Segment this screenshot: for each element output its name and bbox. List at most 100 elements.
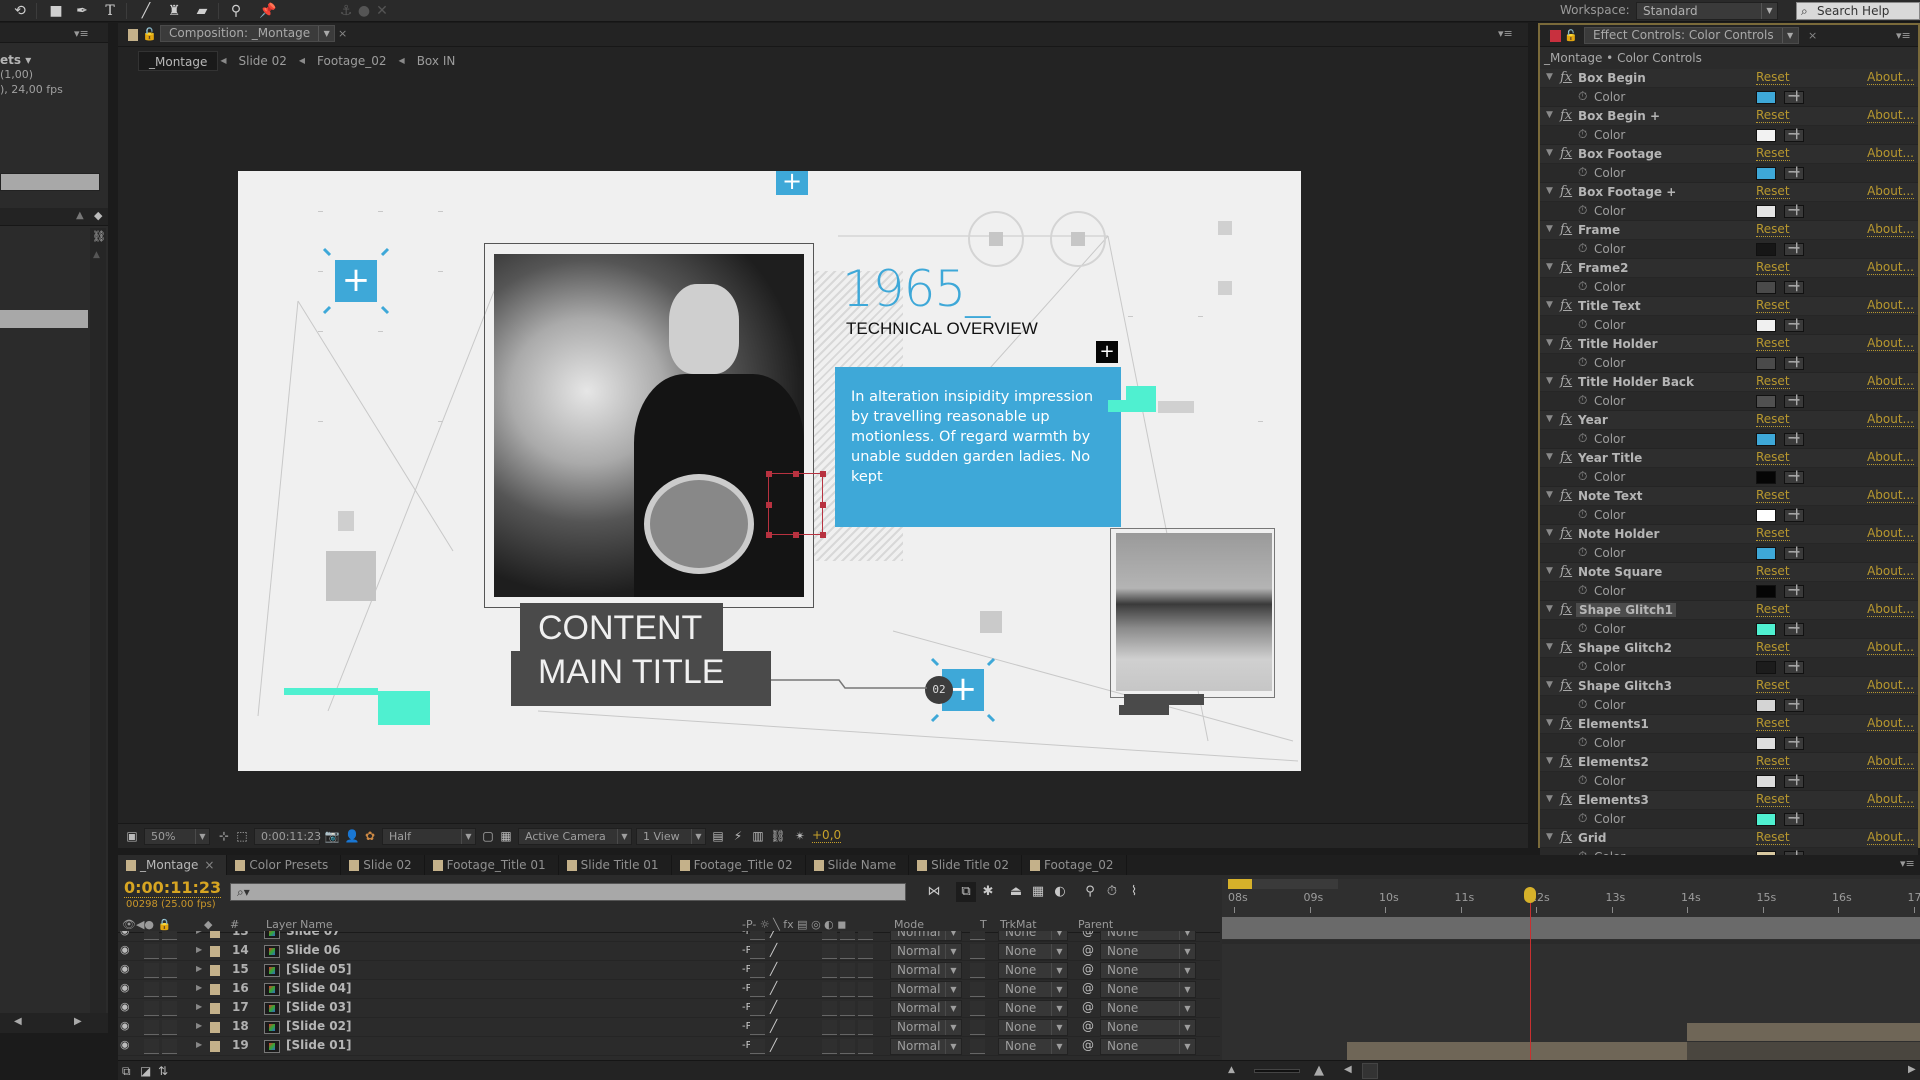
expand-triangle-icon[interactable]: ▶ xyxy=(196,964,202,973)
eyedropper-icon[interactable]: ━╋ xyxy=(1784,91,1804,104)
eyedropper-icon[interactable]: ━╋ xyxy=(1784,737,1804,750)
effect-row[interactable]: ▼ fx Year Title Reset About... xyxy=(1540,449,1918,468)
layer-row[interactable]: ◉ ▶ 16 [Slide 04] -P- ╱ Normal ▼ None ▼ @ None ▼ xyxy=(118,980,1220,999)
switch-box[interactable] xyxy=(858,931,873,940)
expand-triangle-icon[interactable]: ▼ xyxy=(1546,338,1553,348)
about-link[interactable]: About... xyxy=(1867,147,1914,161)
stopwatch-icon[interactable]: ⏱ xyxy=(1578,241,1587,256)
effect-name[interactable]: Year xyxy=(1578,413,1608,427)
parent-select[interactable]: None ▼ xyxy=(1100,981,1196,998)
rotate-tool-icon[interactable]: ⟲ xyxy=(10,2,30,20)
eyedropper-icon[interactable]: ━╋ xyxy=(1784,395,1804,408)
stopwatch-icon[interactable]: ⏱ xyxy=(1578,735,1587,750)
eye-icon[interactable]: ◉ xyxy=(120,962,130,975)
switch-box[interactable] xyxy=(822,1001,837,1016)
about-link[interactable]: About... xyxy=(1867,603,1914,617)
effect-name[interactable]: Elements1 xyxy=(1578,717,1649,731)
layer-name[interactable]: [Slide 01] xyxy=(286,1038,351,1052)
stopwatch-icon[interactable]: ⏱ xyxy=(1578,431,1587,446)
solo-toggle[interactable] xyxy=(144,944,159,959)
effect-name[interactable]: Shape Glitch2 xyxy=(1578,641,1672,655)
fx-icon[interactable]: fx xyxy=(1560,260,1572,275)
effect-row[interactable]: ▼ fx Elements2 Reset About... xyxy=(1540,753,1918,772)
scroll-right-icon[interactable]: ▶ xyxy=(1908,1064,1916,1075)
color-swatch[interactable] xyxy=(1756,699,1776,712)
project-search-input[interactable] xyxy=(0,173,100,191)
fx-icon[interactable]: fx xyxy=(1560,564,1572,579)
zoom-in-icon[interactable]: ▲ xyxy=(1314,1063,1324,1078)
region-of-interest-icon[interactable]: ▢ xyxy=(480,828,496,844)
eyedropper-icon[interactable]: ━╋ xyxy=(1784,281,1804,294)
pickwhip-icon[interactable]: @ xyxy=(1082,931,1094,938)
reset-link[interactable]: Reset xyxy=(1756,185,1790,199)
breadcrumb-item[interactable]: Slide 02 xyxy=(229,51,297,71)
eyedropper-icon[interactable]: ━╋ xyxy=(1784,129,1804,142)
fx-icon[interactable]: fx xyxy=(1560,412,1572,427)
time-navigator[interactable] xyxy=(1228,879,1338,889)
eyedropper-icon[interactable]: ━╋ xyxy=(1784,205,1804,218)
solo-toggle[interactable] xyxy=(144,1001,159,1016)
solo-toggle[interactable] xyxy=(144,1039,159,1054)
color-swatch[interactable] xyxy=(1756,471,1776,484)
color-swatch[interactable] xyxy=(1756,737,1776,750)
pickwhip-icon[interactable]: @ xyxy=(1082,1038,1094,1052)
eyedropper-icon[interactable]: ━╋ xyxy=(1784,585,1804,598)
brainstorm-icon[interactable]: ◐ xyxy=(1050,882,1070,902)
workspace-select[interactable]: Standard ▼ xyxy=(1636,2,1778,20)
collapse-switch[interactable] xyxy=(750,1039,765,1054)
color-swatch[interactable] xyxy=(1756,243,1776,256)
scroll-right-icon[interactable]: ▶ xyxy=(74,1016,82,1027)
switch-box[interactable] xyxy=(858,1020,873,1035)
eyedropper-icon[interactable]: ━╋ xyxy=(1784,813,1804,826)
collapse-switch[interactable] xyxy=(750,982,765,997)
mode-select[interactable]: Normal ▼ xyxy=(890,981,962,998)
reset-link[interactable]: Reset xyxy=(1756,679,1790,693)
breadcrumb-item[interactable]: _Montage xyxy=(138,51,219,71)
quality-switch-icon[interactable]: ╱ xyxy=(770,1019,777,1033)
stopwatch-icon[interactable]: ⏱ xyxy=(1102,882,1122,902)
eyedropper-icon[interactable]: ━╋ xyxy=(1784,357,1804,370)
fx-icon[interactable]: fx xyxy=(1560,298,1572,313)
lock-icon[interactable]: 🔓 xyxy=(142,27,157,41)
effect-name[interactable]: Elements2 xyxy=(1578,755,1649,769)
transparency-grid-icon[interactable]: ▦ xyxy=(498,828,514,844)
label-color-chip[interactable] xyxy=(210,984,220,995)
reset-link[interactable]: Reset xyxy=(1756,831,1790,845)
flowchart-icon[interactable]: ⛓ xyxy=(92,230,106,243)
trkmat-select[interactable]: None ▼ xyxy=(998,981,1068,998)
quality-switch-icon[interactable]: ╱ xyxy=(770,943,777,957)
type-tool-icon[interactable]: T xyxy=(100,2,120,20)
effect-name[interactable]: Title Holder Back xyxy=(1578,375,1694,389)
mode-select[interactable]: Normal ▼ xyxy=(890,931,962,941)
reset-link[interactable]: Reset xyxy=(1756,337,1790,351)
timeline-search-input[interactable]: ⌕▾ xyxy=(230,883,906,901)
parent-select[interactable]: None ▼ xyxy=(1100,962,1196,979)
stopwatch-icon[interactable]: ⏱ xyxy=(1578,811,1587,826)
switch-box[interactable] xyxy=(822,944,837,959)
fx-icon[interactable]: fx xyxy=(1560,488,1572,503)
layer-row[interactable]: ◉▶13Slide 07-P-╱Normal▼None▼@None▼ xyxy=(118,931,1220,942)
effect-row[interactable]: ▼ fx Elements1 Reset About... xyxy=(1540,715,1918,734)
show-snapshot-icon[interactable]: 👤 xyxy=(344,828,360,844)
lock-toggle[interactable] xyxy=(162,1039,177,1054)
color-swatch[interactable] xyxy=(1756,205,1776,218)
switch-box[interactable] xyxy=(840,963,855,978)
reset-link[interactable]: Reset xyxy=(1756,489,1790,503)
lock-toggle[interactable] xyxy=(162,1001,177,1016)
switch-box[interactable] xyxy=(840,982,855,997)
solo-toggle[interactable] xyxy=(144,982,159,997)
effect-name[interactable]: Frame2 xyxy=(1578,261,1628,275)
trkmat-select[interactable]: None ▼ xyxy=(998,962,1068,979)
fx-icon[interactable]: fx xyxy=(1560,336,1572,351)
scroll-left-icon[interactable]: ◀ xyxy=(14,1016,22,1027)
stopwatch-icon[interactable]: ⏱ xyxy=(1578,279,1587,294)
hide-shy-layers-icon[interactable]: ✱ xyxy=(978,882,998,902)
layer-duration-bar[interactable] xyxy=(1687,1042,1920,1060)
roto-brush-tool-icon[interactable]: ⚲ xyxy=(226,2,246,20)
close-icon[interactable]: × xyxy=(1808,29,1817,42)
color-swatch[interactable] xyxy=(1756,395,1776,408)
parent-select[interactable]: None ▼ xyxy=(1100,1038,1196,1055)
color-swatch[interactable] xyxy=(1756,129,1776,142)
stopwatch-icon[interactable]: ⏱ xyxy=(1578,165,1587,180)
eyedropper-icon[interactable]: ━╋ xyxy=(1784,433,1804,446)
